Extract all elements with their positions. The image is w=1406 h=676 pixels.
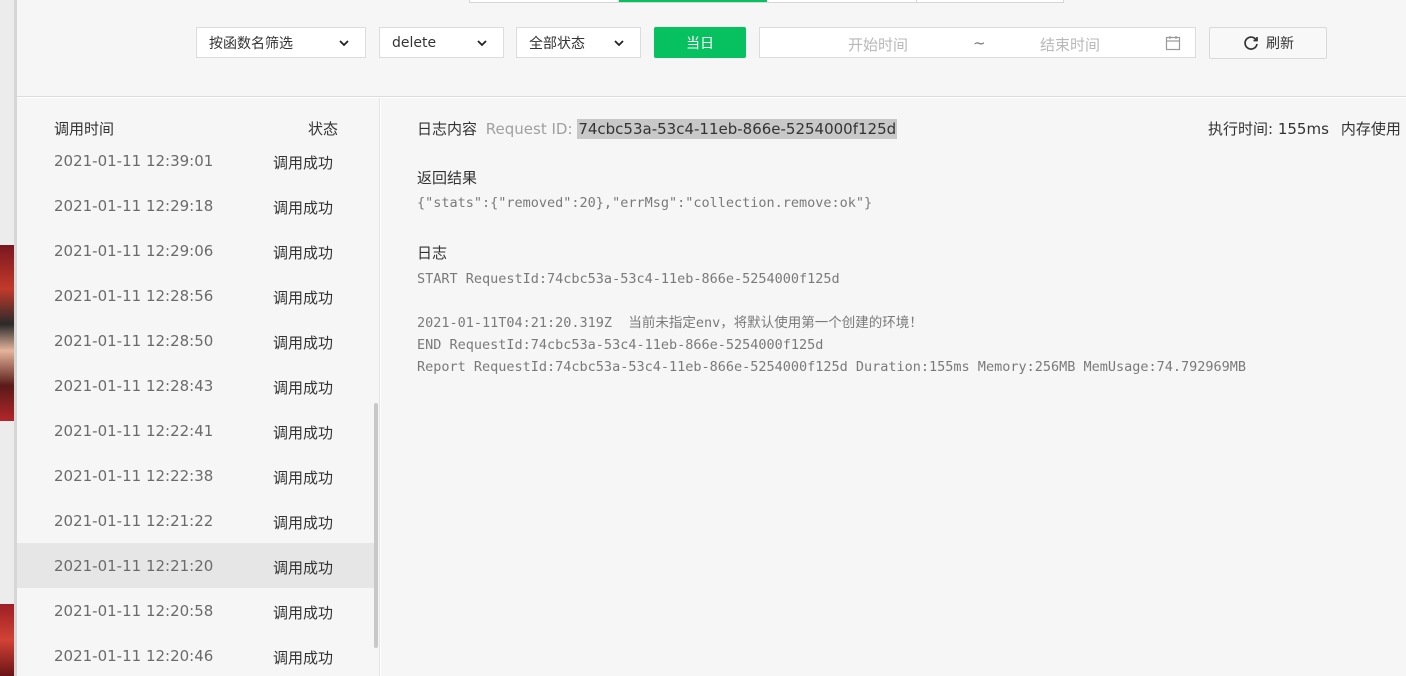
invoke-status: 调用成功 — [273, 424, 334, 442]
invocation-list: 调用时间 状态 2021-01-11 12:39:01 调用成功 2021-01-… — [17, 98, 380, 676]
list-item[interactable]: 2021-01-11 12:22:41 调用成功 — [17, 408, 377, 453]
log-line: END RequestId:74cbc53a-53c4-11eb-866e-52… — [417, 337, 824, 353]
invoke-status: 调用成功 — [273, 244, 334, 262]
chevron-down-icon — [339, 40, 349, 47]
list-item[interactable]: 2021-01-11 12:20:46 调用成功 — [17, 633, 377, 676]
request-id-value[interactable]: 74cbc53a-53c4-11eb-866e-5254000f125d — [577, 119, 898, 139]
status-filter-select[interactable]: 全部状态 — [516, 27, 641, 58]
function-name-select[interactable]: delete — [379, 27, 504, 58]
log-header: 日志内容 Request ID: 74cbc53a-53c4-11eb-866e… — [417, 118, 898, 139]
list-item[interactable]: 2021-01-11 12:22:38 调用成功 — [17, 453, 377, 498]
function-name-value: delete — [392, 34, 437, 51]
invoke-time: 2021-01-11 12:20:58 — [54, 602, 214, 620]
range-separator: ~ — [973, 34, 986, 52]
invoke-status: 调用成功 — [273, 154, 334, 172]
invoke-status: 调用成功 — [273, 469, 334, 487]
log-detail-panel: 日志内容 Request ID: 74cbc53a-53c4-11eb-866e… — [381, 98, 1406, 676]
end-time-input[interactable]: 结束时间 — [1040, 34, 1100, 55]
list-item-selected[interactable]: 2021-01-11 12:21:20 调用成功 — [17, 543, 377, 588]
invoke-time: 2021-01-11 12:21:22 — [54, 512, 214, 530]
filter-toolbar: 按函数名筛选 delete 全部状态 当日 开始时间 ~ 结束时间 刷新 — [17, 0, 1406, 97]
today-button[interactable]: 当日 — [654, 27, 746, 58]
request-id-label: Request ID: — [485, 120, 573, 138]
invoke-time: 2021-01-11 12:28:56 — [54, 287, 214, 305]
list-item[interactable]: 2021-01-11 12:28:56 调用成功 — [17, 273, 377, 318]
list-item[interactable]: 2021-01-11 12:21:22 调用成功 — [17, 498, 377, 543]
function-filter-select[interactable]: 按函数名筛选 — [196, 27, 366, 58]
invoke-time: 2021-01-11 12:29:06 — [54, 242, 214, 260]
list-rows: 2021-01-11 12:39:01 调用成功 2021-01-11 12:29… — [17, 138, 377, 676]
log-section-title: 日志 — [417, 244, 448, 262]
invoke-status: 调用成功 — [273, 199, 334, 217]
list-item[interactable]: 2021-01-11 12:39:01 调用成功 — [17, 138, 377, 183]
tab-divider — [916, 0, 917, 3]
tab-active-indicator[interactable] — [619, 0, 767, 2]
list-item[interactable]: 2021-01-11 12:28:50 调用成功 — [17, 318, 377, 363]
refresh-icon — [1244, 36, 1258, 50]
chevron-down-icon — [614, 40, 624, 47]
background-window-edge — [0, 0, 17, 676]
execution-time: 执行时间: 155ms — [1208, 120, 1329, 138]
background-photo — [0, 245, 14, 421]
list-item[interactable]: 2021-01-11 12:28:43 调用成功 — [17, 363, 377, 408]
invoke-time: 2021-01-11 12:29:18 — [54, 197, 214, 215]
invoke-status: 调用成功 — [273, 514, 334, 532]
invoke-time: 2021-01-11 12:39:01 — [54, 152, 214, 170]
invoke-status: 调用成功 — [273, 289, 334, 307]
calendar-icon[interactable] — [1165, 35, 1181, 51]
start-time-input[interactable]: 开始时间 — [848, 34, 908, 55]
list-item[interactable]: 2021-01-11 12:20:58 调用成功 — [17, 588, 377, 633]
refresh-label: 刷新 — [1266, 36, 1294, 52]
invoke-status: 调用成功 — [273, 559, 334, 577]
function-filter-label: 按函数名筛选 — [209, 35, 293, 52]
status-filter-value: 全部状态 — [529, 35, 585, 52]
execution-meta: 执行时间: 155ms 内存使用 — [1208, 118, 1401, 139]
log-line: 2021-01-11T04:21:20.319Z 当前未指定env，将默认使用第… — [417, 315, 923, 331]
invoke-time: 2021-01-11 12:21:20 — [54, 557, 214, 575]
invoke-status: 调用成功 — [273, 379, 334, 397]
log-line: START RequestId:74cbc53a-53c4-11eb-866e-… — [417, 271, 840, 287]
invoke-time: 2021-01-11 12:20:46 — [54, 647, 214, 665]
log-line: Report RequestId:74cbc53a-53c4-11eb-866e… — [417, 359, 1247, 375]
date-range-picker[interactable]: 开始时间 ~ 结束时间 — [759, 27, 1196, 58]
memory-usage-label: 内存使用 — [1340, 120, 1401, 138]
list-item[interactable]: 2021-01-11 12:29:06 调用成功 — [17, 228, 377, 273]
list-scrollbar[interactable] — [374, 403, 378, 648]
result-json: {"stats":{"removed":20},"errMsg":"collec… — [417, 195, 873, 211]
invoke-time: 2021-01-11 12:28:50 — [54, 332, 214, 350]
invoke-time: 2021-01-11 12:28:43 — [54, 377, 214, 395]
result-section-title: 返回结果 — [417, 169, 478, 187]
column-header-time: 调用时间 — [54, 120, 115, 138]
chevron-down-icon — [477, 40, 487, 47]
refresh-button[interactable]: 刷新 — [1209, 27, 1327, 59]
invoke-status: 调用成功 — [273, 649, 334, 667]
background-photo — [0, 604, 14, 676]
invoke-time: 2021-01-11 12:22:41 — [54, 422, 214, 440]
invoke-status: 调用成功 — [273, 334, 334, 352]
log-content-title: 日志内容 — [417, 120, 478, 138]
invoke-time: 2021-01-11 12:22:38 — [54, 467, 214, 485]
top-tabs — [469, 0, 1064, 3]
column-header-status: 状态 — [308, 120, 339, 138]
list-item[interactable]: 2021-01-11 12:29:18 调用成功 — [17, 183, 377, 228]
invoke-status: 调用成功 — [273, 604, 334, 622]
